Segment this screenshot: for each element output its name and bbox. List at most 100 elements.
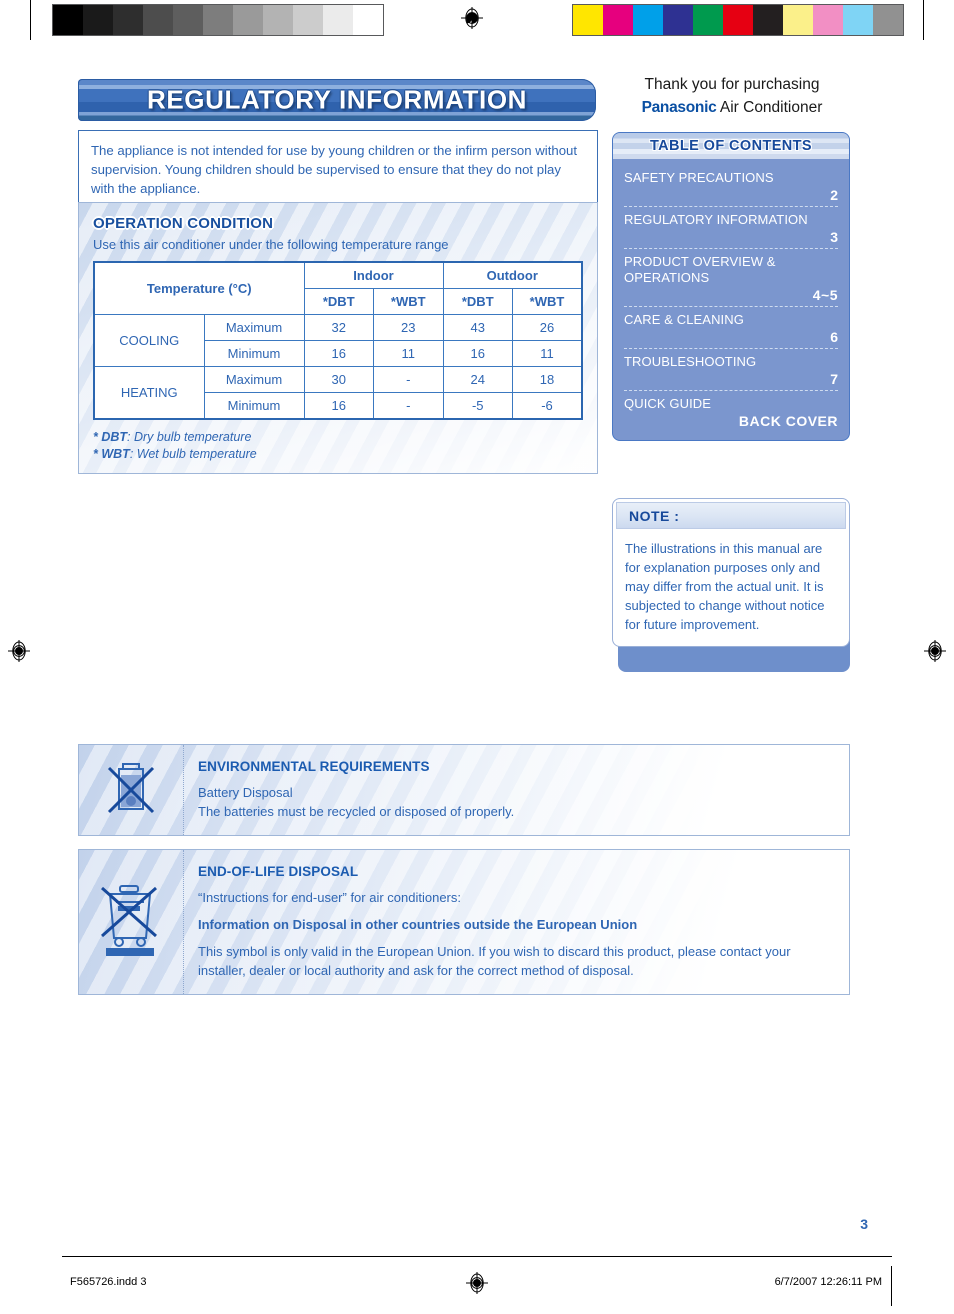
environmental-requirements-body: ENVIRONMENTAL REQUIREMENTS Battery Dispo… [184, 745, 849, 835]
toc-item-troubleshooting[interactable]: TROUBLESHOOTING 7 [624, 349, 838, 391]
toc-item-quick-guide[interactable]: QUICK GUIDE BACK COVER [624, 391, 838, 432]
note-block: NOTE : The illustrations in this manual … [612, 498, 850, 672]
toc-item-label: QUICK GUIDE [624, 396, 712, 411]
banner-title: REGULATORY INFORMATION [146, 84, 528, 115]
footer-rule [62, 1256, 892, 1257]
table-corner-label: Temperature (°C) [93, 261, 305, 315]
battery-disposal-icon-cell [79, 745, 184, 835]
toc-item-label: CARE & CLEANING [624, 312, 744, 327]
grayscale-calibration-ramp [52, 4, 384, 36]
end-of-life-disposal-panel: END-OF-LIFE DISPOSAL “Instructions for e… [78, 849, 850, 995]
registration-mark-left [8, 640, 30, 662]
temp-value-0-3: 26 [512, 314, 583, 341]
temp-value-1-0: 16 [303, 340, 374, 367]
disposal-symbol-text: This symbol is only valid in the Europea… [198, 944, 791, 978]
gray-swatch-5 [203, 5, 233, 35]
temp-value-3-3: -6 [512, 392, 583, 420]
environmental-requirements-title: ENVIRONMENTAL REQUIREMENTS [198, 759, 430, 774]
note-card: NOTE : The illustrations in this manual … [612, 498, 850, 647]
limit-label: Minimum [203, 340, 305, 367]
temp-value-0-2: 43 [442, 314, 513, 341]
gray-swatch-8 [293, 5, 323, 35]
toc-item-page: 2 [830, 187, 838, 203]
temp-value-2-1: - [373, 366, 444, 393]
note-header: NOTE : [616, 502, 846, 529]
operation-condition-panel: OPERATION CONDITION Use this air conditi… [78, 202, 598, 474]
registration-mark-right [924, 640, 946, 662]
table-row: COOLING Maximum 32 23 43 26 [93, 314, 583, 367]
registration-mark-bottom [466, 1272, 488, 1297]
toc-item-regulatory-information[interactable]: REGULATORY INFORMATION 3 [624, 207, 838, 249]
section-banner-regulatory-information: REGULATORY INFORMATION [78, 79, 596, 121]
color-swatch-4 [693, 5, 723, 35]
end-of-life-disposal-title: END-OF-LIFE DISPOSAL [198, 864, 359, 879]
crop-mark-top-left [30, 0, 31, 40]
temperature-table-footnotes: * DBT: Dry bulb temperature * WBT: Wet bu… [93, 429, 583, 463]
battery-disposal-subtitle: Battery Disposal [198, 785, 293, 800]
table-row: HEATING Maximum 30-24 18 [93, 366, 583, 420]
footer-filename: F565726.indd 3 [70, 1276, 147, 1288]
gray-swatch-6 [233, 5, 263, 35]
gray-swatch-2 [113, 5, 143, 35]
temp-value-1-1: 11 [373, 340, 444, 367]
toc-item-label: TROUBLESHOOTING [624, 354, 757, 369]
mode-label-heating: HEATING [93, 366, 205, 420]
color-swatch-3 [663, 5, 693, 35]
product-name: Air Conditioner [716, 99, 823, 116]
table-of-contents: TABLE OF CONTENTS SAFETY PRECAUTIONS 2 REG… [612, 132, 850, 441]
footer-divider [891, 1266, 892, 1306]
gray-swatch-7 [263, 5, 293, 35]
thank-you-block: Thank you for purchasing Panasonic Air C… [612, 74, 852, 119]
toc-item-page: 3 [830, 229, 838, 245]
warning-notice-box: The appliance is not intended for use by… [78, 130, 598, 211]
temp-value-2-3: 18 [512, 366, 583, 393]
note-heading: NOTE : [629, 507, 680, 524]
gray-swatch-3 [143, 5, 173, 35]
temp-value-0-0: 32 [303, 314, 374, 341]
toc-item-care-cleaning[interactable]: CARE & CLEANING 6 [624, 307, 838, 349]
group-header-1: Outdoor [442, 261, 583, 289]
temp-value-3-1: - [373, 392, 444, 420]
color-swatch-2 [633, 5, 663, 35]
weee-icon-cell [79, 850, 184, 994]
crossed-out-wheelie-bin-icon [94, 880, 168, 965]
footnote-abbr-1: * WBT [93, 447, 130, 461]
toc-item-product-overview-operations[interactable]: PRODUCT OVERVIEW & OPERATIONS 4~5 [624, 249, 838, 307]
temp-value-1-3: 11 [512, 340, 583, 367]
document-page: REGULATORY INFORMATION The appliance is … [0, 44, 954, 1234]
footnote-abbr-0: * DBT [93, 430, 128, 444]
group-header-0: Indoor [303, 261, 444, 289]
footnote-1: * WBT: Wet bulb temperature [93, 447, 257, 461]
color-swatch-9 [843, 5, 873, 35]
limit-label: Maximum [203, 314, 305, 341]
limit-label: Maximum [203, 366, 305, 393]
color-swatch-6 [753, 5, 783, 35]
toc-item-safety-precautions[interactable]: SAFETY PRECAUTIONS 2 [624, 165, 838, 207]
print-calibration-strip [0, 0, 954, 44]
end-user-instructions-text: “Instructions for end-user” for air cond… [198, 890, 461, 905]
table-of-contents-header: TABLE OF CONTENTS [613, 133, 849, 159]
environmental-requirements-panel: ENVIRONMENTAL REQUIREMENTS Battery Dispo… [78, 744, 850, 836]
gray-swatch-1 [83, 5, 113, 35]
operation-condition-subtitle: Use this air conditioner under the follo… [93, 237, 449, 252]
registration-mark-top [461, 7, 483, 29]
color-swatch-0 [573, 5, 603, 35]
temp-value-3-0: 16 [303, 392, 374, 420]
sub-header-1: *WBT [373, 288, 444, 315]
toc-item-page: 7 [830, 371, 838, 387]
temp-value-0-1: 23 [373, 314, 444, 341]
sub-header-3: *WBT [512, 288, 583, 315]
toc-item-page: 4~5 [812, 287, 838, 303]
temp-value-2-0: 30 [303, 366, 374, 393]
toc-item-page: BACK COVER [738, 413, 838, 429]
toc-item-label: SAFETY PRECAUTIONS [624, 170, 774, 185]
end-of-life-disposal-body: END-OF-LIFE DISPOSAL “Instructions for e… [184, 850, 849, 994]
gray-swatch-9 [323, 5, 353, 35]
note-text: The illustrations in this manual are for… [625, 541, 825, 632]
temperature-range-table: Temperature (°C) Indoor Outdoor *DBT *WBT *DB… [93, 261, 583, 420]
toc-item-label: PRODUCT OVERVIEW & OPERATIONS [624, 254, 776, 285]
sub-header-2: *DBT [442, 288, 513, 315]
footnote-0: * DBT: Dry bulb temperature [93, 430, 252, 444]
operation-condition-title: OPERATION CONDITION [93, 215, 274, 232]
panasonic-logo: Panasonic [641, 99, 717, 116]
